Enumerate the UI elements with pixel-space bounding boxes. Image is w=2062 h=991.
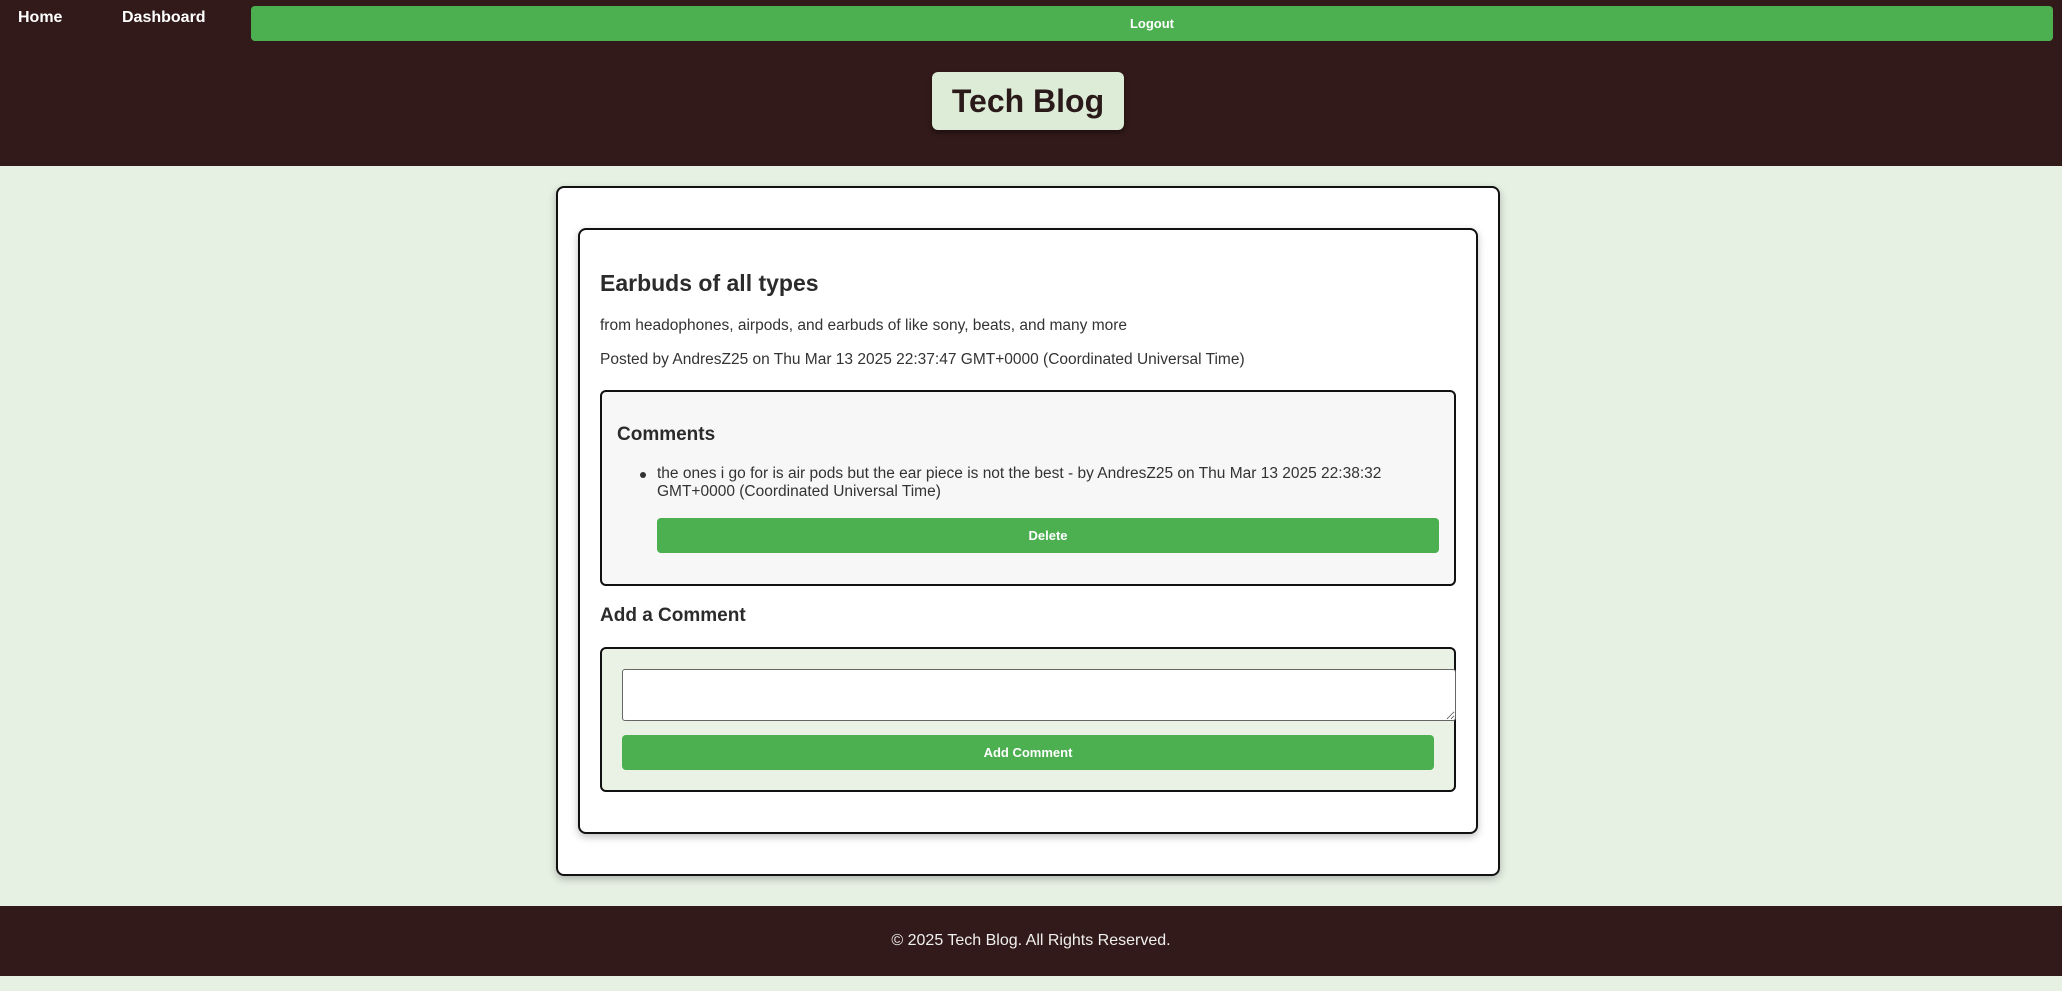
footer-copyright: © 2025 Tech Blog. All Rights Reserved. <box>891 932 1171 949</box>
post-content: from headophones, airpods, and earbuds o… <box>600 317 1128 334</box>
post-title: Earbuds of all types <box>600 270 819 296</box>
comment-textarea[interactable] <box>622 669 1456 721</box>
delete-comment-button[interactable]: Delete <box>657 518 1439 553</box>
site-title: Tech Blog <box>932 72 1124 130</box>
site-footer: © 2025 Tech Blog. All Rights Reserved. <box>0 906 2062 976</box>
logout-button[interactable]: Logout <box>251 6 2053 41</box>
comments-heading: Comments <box>617 424 716 445</box>
post-meta: Posted by AndresZ25 on Thu Mar 13 2025 2… <box>600 351 1245 368</box>
add-comment-heading: Add a Comment <box>600 605 746 626</box>
nav-dashboard-link[interactable]: Dashboard <box>122 9 206 27</box>
comment-item: the ones i go for is air pods but the ea… <box>657 465 1382 500</box>
nav-home-link[interactable]: Home <box>18 9 62 27</box>
add-comment-button[interactable]: Add Comment <box>622 735 1434 770</box>
site-header: Home Dashboard Logout Tech Blog <box>0 0 2062 166</box>
list-bullet <box>640 472 646 478</box>
